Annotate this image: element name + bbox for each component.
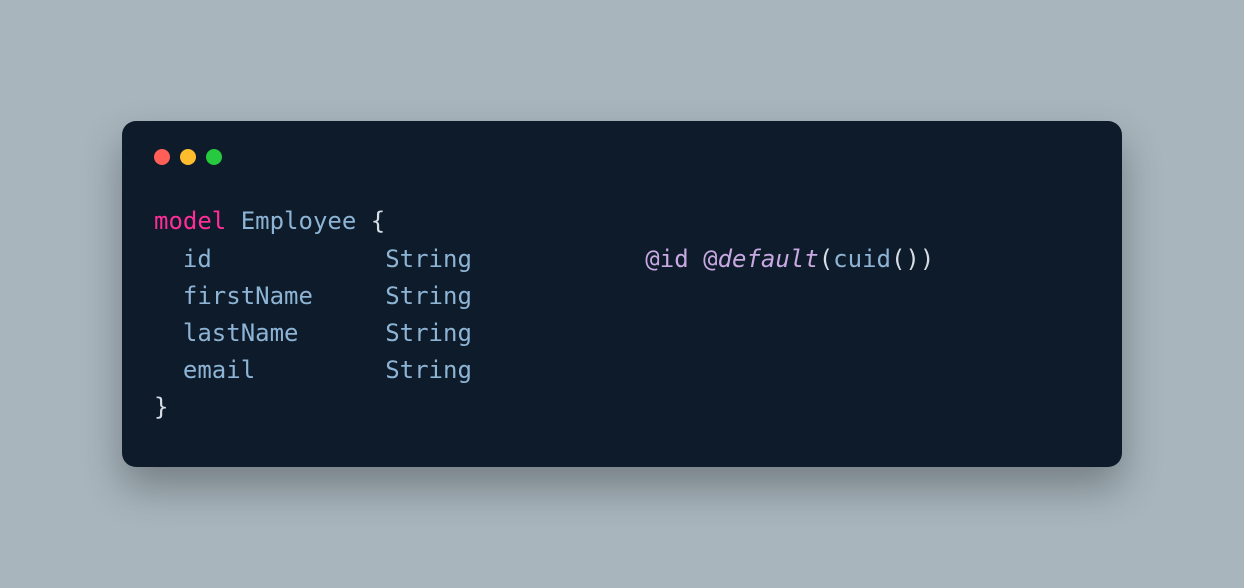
field-id-name: id (183, 245, 212, 273)
attr-default-at: @ (703, 245, 717, 273)
code-window: model Employee { id String @id @default(… (122, 121, 1122, 466)
open-brace: { (371, 207, 385, 235)
field-firstname-name: firstName (183, 282, 313, 310)
code-block: model Employee { id String @id @default(… (154, 203, 1090, 426)
field-email-name: email (183, 356, 255, 384)
func-cuid: cuid (833, 245, 891, 273)
field-id-type: String (385, 245, 472, 273)
window-controls (154, 149, 1090, 165)
close-brace: } (154, 393, 168, 421)
paren-close: ) (920, 245, 934, 273)
minimize-icon[interactable] (180, 149, 196, 165)
keyword-model: model (154, 207, 226, 235)
attr-default: default (718, 245, 819, 273)
paren-inner-open: ( (891, 245, 905, 273)
field-email-type: String (385, 356, 472, 384)
field-lastname-name: lastName (183, 319, 299, 347)
field-lastname-type: String (385, 319, 472, 347)
type-name: Employee (241, 207, 357, 235)
paren-open: ( (819, 245, 833, 273)
close-icon[interactable] (154, 149, 170, 165)
field-firstname-type: String (385, 282, 472, 310)
attr-id: @id (645, 245, 688, 273)
maximize-icon[interactable] (206, 149, 222, 165)
paren-inner-close: ) (905, 245, 919, 273)
